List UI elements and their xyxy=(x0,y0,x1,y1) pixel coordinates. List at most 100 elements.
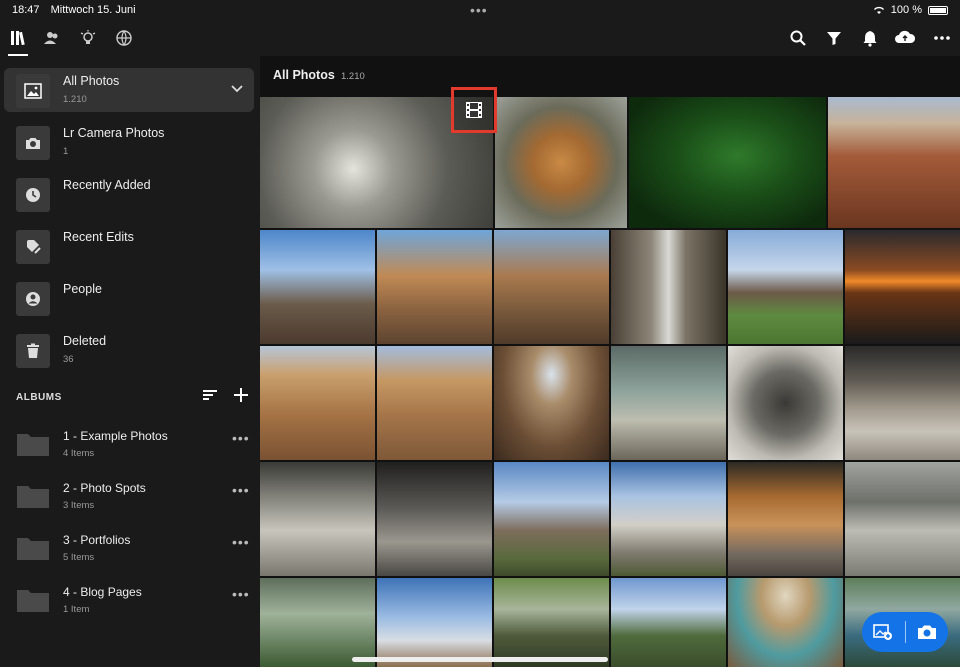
discover-icon[interactable] xyxy=(112,26,136,50)
photo-thumbnail[interactable] xyxy=(377,346,492,460)
sidebar-item-label: Deleted xyxy=(63,334,107,348)
page-title: All Photos xyxy=(273,68,335,82)
photo-thumbnail[interactable] xyxy=(377,230,492,344)
add-photos-fab xyxy=(862,612,948,652)
album-more-icon[interactable]: ••• xyxy=(232,430,250,446)
multitasking-dots[interactable]: ••• xyxy=(470,2,488,18)
sidebar-item-people[interactable]: People xyxy=(4,276,254,320)
folder-icon xyxy=(17,486,49,508)
album-item-blog-pages[interactable]: 4 - Blog Pages 1 Item ••• xyxy=(0,580,260,624)
sidebar-item-recent-edits[interactable]: Recent Edits xyxy=(4,224,254,268)
search-icon[interactable] xyxy=(786,26,810,50)
camera-icon xyxy=(16,126,50,160)
photo-thumbnail[interactable] xyxy=(611,346,726,460)
more-icon[interactable] xyxy=(930,26,954,50)
camera-button[interactable] xyxy=(905,612,948,652)
sort-icon[interactable] xyxy=(202,388,218,402)
photo-thumbnail[interactable] xyxy=(728,578,843,667)
album-more-icon[interactable]: ••• xyxy=(232,586,250,602)
chevron-down-icon[interactable] xyxy=(230,82,244,96)
album-label: 3 - Portfolios xyxy=(63,533,131,547)
filter-icon[interactable] xyxy=(822,26,846,50)
wifi-icon xyxy=(873,6,884,14)
learn-icon[interactable] xyxy=(76,26,100,50)
albums-header: ALBUMS xyxy=(16,392,62,403)
status-bar: 18:47 Mittwoch 15. Juni ••• 100 % xyxy=(0,0,960,20)
sidebar-item-count: 36 xyxy=(63,354,74,365)
photo-thumbnail[interactable] xyxy=(611,578,726,667)
photo-thumbnail[interactable] xyxy=(260,578,375,667)
photo-thumbnail[interactable] xyxy=(494,230,609,344)
photo-thumbnail[interactable] xyxy=(845,346,960,460)
camera-icon xyxy=(917,625,936,639)
edit-icon xyxy=(16,230,50,264)
photo-thumbnail[interactable] xyxy=(611,230,726,344)
photo-thumbnail[interactable] xyxy=(494,578,609,667)
photo-count: 1.210 xyxy=(341,71,365,82)
folder-icon xyxy=(17,434,49,456)
sidebar-item-all-photos[interactable]: All Photos 1.210 xyxy=(4,68,254,112)
home-indicator xyxy=(352,657,608,662)
album-more-icon[interactable]: ••• xyxy=(232,482,250,498)
trash-icon xyxy=(16,334,50,368)
photo-thumbnail[interactable] xyxy=(728,462,843,576)
people-icon[interactable] xyxy=(40,26,64,50)
sidebar-item-label: People xyxy=(63,282,102,296)
photo-thumbnail[interactable] xyxy=(494,346,609,460)
photo-thumbnail[interactable] xyxy=(845,462,960,576)
photo-thumbnail[interactable] xyxy=(260,346,375,460)
photo-thumbnail[interactable] xyxy=(629,97,826,228)
photo-thumbnail[interactable] xyxy=(260,230,375,344)
video-badge xyxy=(451,87,497,133)
status-time: 18:47 xyxy=(12,4,40,16)
photo-thumbnail[interactable] xyxy=(260,462,375,576)
photo-thumbnail[interactable] xyxy=(494,462,609,576)
library-icon[interactable] xyxy=(6,26,30,56)
top-bar xyxy=(0,20,960,56)
album-count: 1 Item xyxy=(63,604,90,615)
photo-icon xyxy=(16,74,50,108)
photo-thumbnail[interactable] xyxy=(828,97,960,228)
sidebar-item-recently-added[interactable]: Recently Added xyxy=(4,172,254,216)
film-icon xyxy=(466,102,482,118)
person-icon xyxy=(16,282,50,316)
album-count: 3 Items xyxy=(63,500,95,511)
album-more-icon[interactable]: ••• xyxy=(232,534,250,550)
cloud-icon[interactable] xyxy=(893,26,917,50)
sidebar-item-label: Lr Camera Photos xyxy=(63,126,165,140)
add-album-icon[interactable] xyxy=(232,386,250,404)
clock-icon xyxy=(16,178,50,212)
sidebar: All Photos 1.210 Lr Camera Photos 1 Rece… xyxy=(0,56,260,667)
album-count: 4 Items xyxy=(63,448,95,459)
add-photos-button[interactable] xyxy=(862,612,905,652)
photo-thumbnail[interactable] xyxy=(728,230,843,344)
album-item-example-photos[interactable]: 1 - Example Photos 4 Items ••• xyxy=(0,424,260,468)
photo-grid-area: All Photos 1.210 xyxy=(260,56,960,667)
photo-thumbnail[interactable] xyxy=(845,230,960,344)
battery-icon xyxy=(928,5,948,15)
battery-percent: 100 % xyxy=(890,4,922,16)
photo-thumbnail[interactable] xyxy=(377,462,492,576)
folder-icon xyxy=(17,590,49,612)
photo-thumbnail[interactable] xyxy=(611,462,726,576)
photo-thumbnail[interactable] xyxy=(377,578,492,667)
notifications-icon[interactable] xyxy=(858,26,882,50)
sidebar-item-label: Recent Edits xyxy=(63,230,134,244)
photo-thumbnail[interactable] xyxy=(728,346,843,460)
folder-icon xyxy=(17,538,49,560)
sidebar-item-deleted[interactable]: Deleted 36 xyxy=(4,328,254,372)
album-item-photo-spots[interactable]: 2 - Photo Spots 3 Items ••• xyxy=(0,476,260,520)
album-item-portfolios[interactable]: 3 - Portfolios 5 Items ••• xyxy=(0,528,260,572)
sidebar-item-count: 1.210 xyxy=(63,94,87,105)
photo-thumbnail[interactable] xyxy=(495,97,627,228)
sidebar-item-label: Recently Added xyxy=(63,178,151,192)
album-label: 4 - Blog Pages xyxy=(63,585,142,599)
add-photo-icon xyxy=(873,624,893,640)
sidebar-item-count: 1 xyxy=(63,146,69,157)
album-label: 1 - Example Photos xyxy=(63,429,168,443)
sidebar-item-lr-camera-photos[interactable]: Lr Camera Photos 1 xyxy=(4,120,254,164)
album-count: 5 Items xyxy=(63,552,95,563)
album-label: 2 - Photo Spots xyxy=(63,481,146,495)
sidebar-item-label: All Photos xyxy=(63,74,120,88)
status-date: Mittwoch 15. Juni xyxy=(50,4,136,16)
